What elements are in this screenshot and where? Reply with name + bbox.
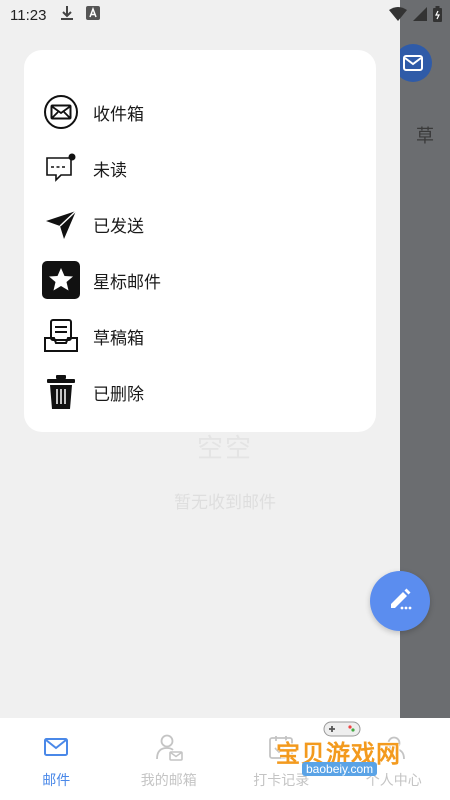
empty-state-hint: 暂无收到邮件 bbox=[174, 493, 276, 512]
drawer-item-deleted[interactable]: 已删除 bbox=[24, 364, 376, 420]
inbox-envelope-icon bbox=[42, 93, 80, 131]
tab-label: 我的邮箱 bbox=[140, 772, 197, 788]
tab-mail[interactable]: 邮件 bbox=[0, 718, 113, 800]
background-side-text: 草 bbox=[416, 126, 434, 146]
person-mail-icon bbox=[154, 732, 184, 762]
compose-button[interactable] bbox=[370, 571, 430, 631]
drawer-item-starred[interactable]: 星标邮件 bbox=[24, 252, 376, 308]
tab-label: 邮件 bbox=[42, 772, 71, 788]
drawer-item-label: 星标邮件 bbox=[93, 272, 161, 292]
tab-label: 打卡记录 bbox=[253, 772, 310, 788]
mail-app-icon bbox=[400, 44, 432, 82]
tab-profile[interactable]: 个人中心 bbox=[338, 718, 450, 800]
drawer-item-label: 草稿箱 bbox=[93, 328, 144, 348]
wifi-icon bbox=[389, 7, 407, 26]
drawer-item-sent[interactable]: 已发送 bbox=[24, 196, 376, 252]
text-a-icon bbox=[86, 5, 101, 25]
profile-icon bbox=[379, 732, 409, 762]
star-icon bbox=[42, 261, 80, 299]
empty-state-title: 空空 bbox=[196, 433, 253, 463]
drawer-item-drafts[interactable]: 草稿箱 bbox=[24, 308, 376, 364]
status-time: 11:23 bbox=[10, 6, 47, 24]
pencil-icon bbox=[387, 586, 413, 617]
signal-icon bbox=[413, 7, 427, 26]
battery-icon bbox=[433, 6, 442, 27]
drawer-item-label: 收件箱 bbox=[93, 104, 144, 124]
tab-label: 个人中心 bbox=[365, 772, 422, 788]
draft-tray-icon bbox=[42, 317, 80, 355]
drawer-item-unread[interactable]: 未读 bbox=[24, 140, 376, 196]
trash-icon bbox=[42, 373, 80, 411]
download-icon bbox=[60, 5, 74, 26]
checkin-icon bbox=[266, 732, 296, 762]
folder-drawer: 收件箱 未读 已发送 星标邮件 草稿箱 已删除 bbox=[24, 50, 376, 432]
drawer-item-label: 未读 bbox=[93, 160, 127, 180]
status-bar: 11:23 bbox=[0, 0, 450, 30]
tab-checkin-records[interactable]: 打卡记录 bbox=[225, 718, 338, 800]
drawer-item-label: 已发送 bbox=[93, 216, 144, 236]
unread-message-icon bbox=[42, 149, 80, 187]
tab-my-mailbox[interactable]: 我的邮箱 bbox=[113, 718, 226, 800]
mail-icon bbox=[41, 732, 71, 762]
drawer-item-label: 已删除 bbox=[93, 384, 144, 404]
bottom-navigation: 邮件 我的邮箱 打卡记录 个人中心 bbox=[0, 718, 450, 800]
drawer-item-inbox[interactable]: 收件箱 bbox=[24, 84, 376, 140]
paper-plane-icon bbox=[42, 205, 80, 243]
